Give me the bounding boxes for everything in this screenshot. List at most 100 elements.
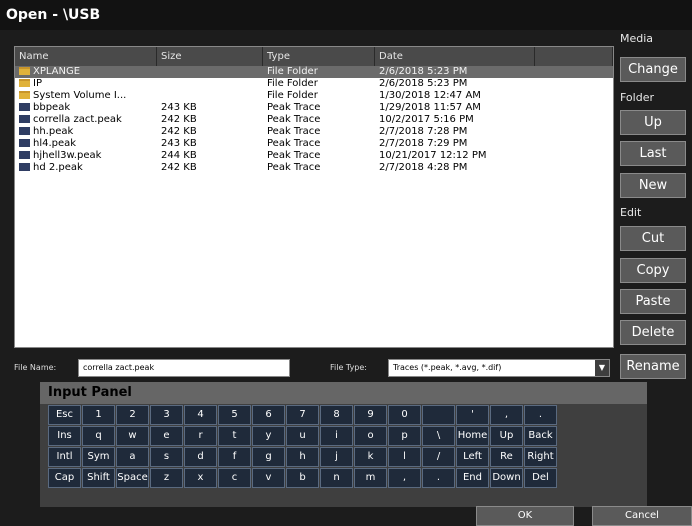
key[interactable]: u — [286, 426, 319, 446]
key[interactable]: q — [82, 426, 115, 446]
chevron-down-icon[interactable]: ▼ — [595, 360, 609, 376]
key[interactable]: l — [388, 447, 421, 467]
key[interactable]: \ — [422, 426, 455, 446]
key[interactable]: 7 — [286, 405, 319, 425]
file-row[interactable]: bbpeak 243 KB Peak Trace 1/29/2018 11:57 AM — [15, 102, 613, 114]
key[interactable]: Up — [490, 426, 523, 446]
key[interactable]: o — [354, 426, 387, 446]
delete-button[interactable]: Delete — [620, 320, 686, 345]
key[interactable]: f — [218, 447, 251, 467]
cancel-button[interactable]: Cancel — [592, 506, 692, 526]
copy-button[interactable]: Copy — [620, 258, 686, 283]
key[interactable]: b — [286, 468, 319, 488]
key[interactable]: Ins — [48, 426, 81, 446]
file-name-cell: hl4.peak — [15, 138, 157, 150]
window-title: Open - \USB — [0, 0, 692, 30]
file-name-cell: bbpeak — [15, 102, 157, 114]
key[interactable]: p — [388, 426, 421, 446]
change-button[interactable]: Change — [620, 57, 686, 82]
key[interactable]: v — [252, 468, 285, 488]
key[interactable]: , — [388, 468, 421, 488]
file-list[interactable]: Name Size Type Date XPLANGE File Folder 2/… — [14, 46, 614, 348]
key[interactable]: 5 — [218, 405, 251, 425]
key[interactable]: ' — [456, 405, 489, 425]
file-row[interactable]: System Volume I... File Folder 1/30/2018 1… — [15, 90, 613, 102]
input-panel: Input Panel Esc 1 2 3 4 5 6 7 8 9 0 ',. Ins q w e r t y u i o… — [40, 382, 647, 507]
key[interactable]: Space — [116, 468, 149, 488]
file-row[interactable]: hjhell3w.peak 244 KB Peak Trace 10/21/2017 … — [15, 150, 613, 162]
cut-button[interactable]: Cut — [620, 226, 686, 251]
key[interactable]: 4 — [184, 405, 217, 425]
file-row[interactable]: hd 2.peak 242 KB Peak Trace 2/7/2018 4:28 P… — [15, 162, 613, 174]
key[interactable]: 1 — [82, 405, 115, 425]
column-header-type[interactable]: Type — [263, 47, 375, 66]
file-type-cell: Peak Trace — [267, 126, 321, 137]
file-row[interactable]: IP File Folder 2/6/2018 5:23 PM — [15, 78, 613, 90]
key[interactable]: Back — [524, 426, 557, 446]
key[interactable]: Right — [524, 447, 557, 467]
key[interactable]: Re — [490, 447, 523, 467]
row-filler — [535, 114, 613, 126]
last-button[interactable]: Last — [620, 141, 686, 166]
key[interactable]: d — [184, 447, 217, 467]
key[interactable]: h — [286, 447, 319, 467]
file-size-cell: 243 KB — [161, 102, 197, 113]
rename-button[interactable]: Rename — [620, 354, 686, 379]
new-button[interactable]: New — [620, 173, 686, 198]
key[interactable]: a — [116, 447, 149, 467]
key[interactable]: j — [320, 447, 353, 467]
key[interactable]: s — [150, 447, 183, 467]
key[interactable]: g — [252, 447, 285, 467]
key[interactable]: Shift — [82, 468, 115, 488]
file-row[interactable]: hl4.peak 243 KB Peak Trace 2/7/2018 7:29 PM — [15, 138, 613, 150]
key[interactable] — [422, 405, 455, 425]
key[interactable]: e — [150, 426, 183, 446]
key[interactable]: k — [354, 447, 387, 467]
column-header-date[interactable]: Date — [375, 47, 535, 66]
key[interactable]: 9 — [354, 405, 387, 425]
media-label: Media — [620, 32, 654, 45]
key[interactable]: Left — [456, 447, 489, 467]
ok-button[interactable]: OK — [476, 506, 574, 526]
key[interactable]: Esc — [48, 405, 81, 425]
key[interactable]: 2 — [116, 405, 149, 425]
file-type-select[interactable]: Traces (*.peak, *.avg, *.dif) ▼ — [388, 359, 610, 377]
key[interactable]: n — [320, 468, 353, 488]
key[interactable]: Sym — [82, 447, 115, 467]
column-header-size[interactable]: Size — [157, 47, 263, 66]
key[interactable]: 0 — [388, 405, 421, 425]
file-row[interactable]: XPLANGE File Folder 2/6/2018 5:23 PM — [15, 66, 613, 78]
key[interactable]: m — [354, 468, 387, 488]
key[interactable]: Del — [524, 468, 557, 488]
key[interactable]: , — [490, 405, 523, 425]
key[interactable]: i — [320, 426, 353, 446]
key[interactable]: End — [456, 468, 489, 488]
key[interactable]: y — [252, 426, 285, 446]
key[interactable]: t — [218, 426, 251, 446]
file-row[interactable]: corrella zact.peak 242 KB Peak Trace 10/2/2… — [15, 114, 613, 126]
column-header-name[interactable]: Name — [15, 47, 157, 66]
key[interactable]: 3 — [150, 405, 183, 425]
column-header-filler — [535, 47, 613, 66]
key[interactable]: 6 — [252, 405, 285, 425]
key[interactable]: Intl — [48, 447, 81, 467]
file-row[interactable]: hh.peak 242 KB Peak Trace 2/7/2018 7:28 PM — [15, 126, 613, 138]
file-name-input[interactable]: corrella zact.peak — [78, 359, 290, 377]
file-date-cell: 1/29/2018 11:57 AM — [379, 102, 481, 113]
key[interactable]: Down — [490, 468, 523, 488]
row-filler — [535, 78, 613, 90]
key[interactable]: . — [524, 405, 557, 425]
key[interactable]: z — [150, 468, 183, 488]
key[interactable]: w — [116, 426, 149, 446]
paste-button[interactable]: Paste — [620, 289, 686, 314]
key[interactable]: x — [184, 468, 217, 488]
key[interactable]: Home — [456, 426, 489, 446]
key[interactable]: 8 — [320, 405, 353, 425]
up-button[interactable]: Up — [620, 110, 686, 135]
key[interactable]: c — [218, 468, 251, 488]
key[interactable]: Cap — [48, 468, 81, 488]
key[interactable]: / — [422, 447, 455, 467]
key[interactable]: . — [422, 468, 455, 488]
file-name-text: bbpeak — [33, 102, 71, 113]
key[interactable]: r — [184, 426, 217, 446]
